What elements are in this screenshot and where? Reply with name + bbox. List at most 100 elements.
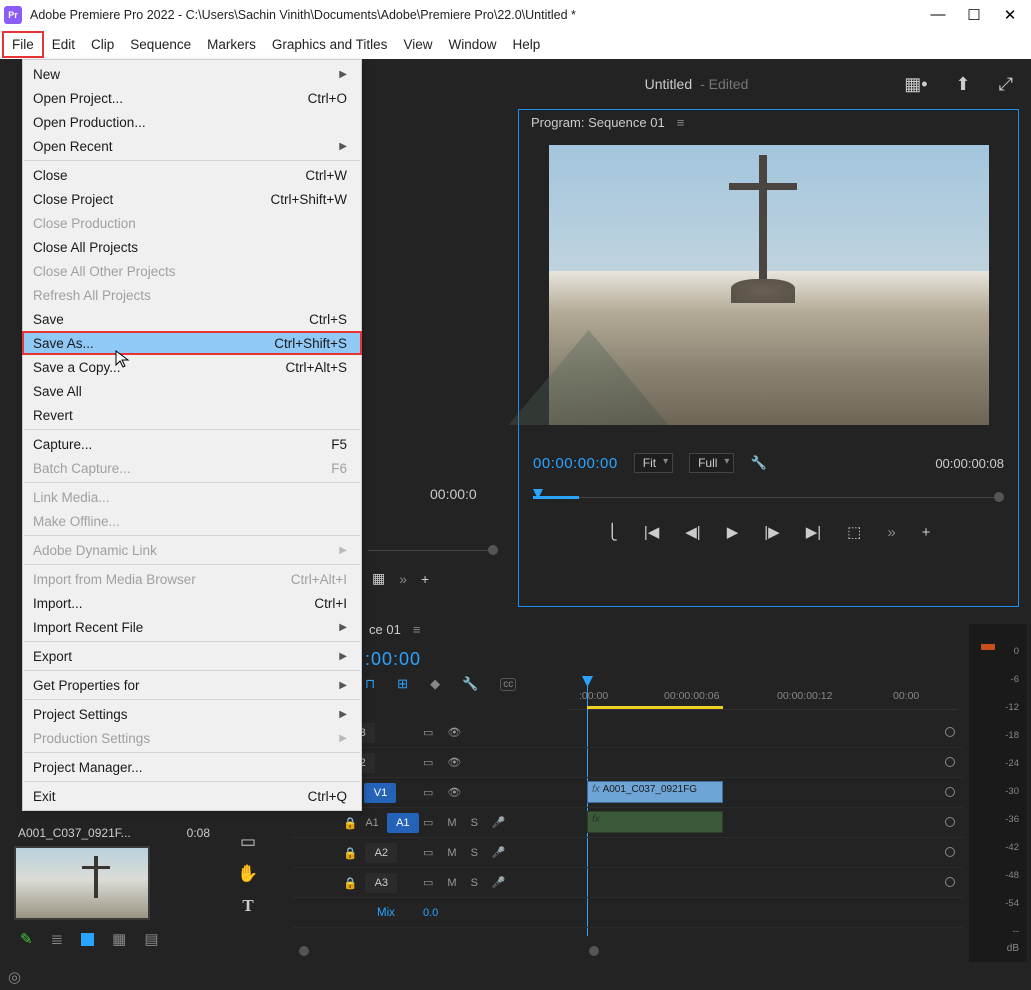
selection-tool-icon[interactable]: ▭: [240, 832, 256, 852]
menu-item-project-manager[interactable]: Project Manager...: [23, 755, 361, 779]
icon-view-icon[interactable]: [81, 933, 94, 946]
menu-item-export[interactable]: Export▶: [23, 644, 361, 668]
mic-icon[interactable]: 🎤: [492, 846, 506, 859]
cc-icon[interactable]: cc: [500, 678, 516, 691]
menu-item-project-settings[interactable]: Project Settings▶: [23, 702, 361, 726]
menu-item-save[interactable]: SaveCtrl+S: [23, 307, 361, 331]
track-label-a2[interactable]: A2: [365, 843, 397, 863]
menu-item-save-all[interactable]: Save All: [23, 379, 361, 403]
lock-icon[interactable]: 🔒: [343, 876, 357, 890]
menu-item-save-as[interactable]: Save As...Ctrl+Shift+S: [22, 331, 362, 355]
menu-item-get-properties-for[interactable]: Get Properties for▶: [23, 673, 361, 697]
video-clip[interactable]: fx A001_C037_0921FG: [587, 781, 723, 803]
eye-icon[interactable]: 👁: [447, 756, 461, 769]
go-to-in-button[interactable]: |◀: [644, 523, 659, 541]
fullscreen-icon[interactable]: ⤢: [999, 74, 1013, 95]
play-button[interactable]: ▶: [727, 523, 739, 541]
menu-view[interactable]: View: [395, 33, 440, 56]
timeline-ruler[interactable]: :00:00 00:00:00:06 00:00:00:12 00:00: [569, 676, 957, 710]
menu-item-close[interactable]: CloseCtrl+W: [23, 163, 361, 187]
type-tool-icon[interactable]: T: [242, 896, 253, 916]
mic-icon[interactable]: 🎤: [492, 816, 506, 829]
zoom-fit-select[interactable]: Fit: [634, 453, 673, 473]
eye-icon[interactable]: 👁: [447, 786, 461, 799]
maximize-button[interactable]: ☐: [967, 8, 981, 22]
resolution-select[interactable]: Full: [689, 453, 734, 473]
workspace-bar: Untitled - Edited ▦• ⬆ ⤢: [362, 59, 1031, 109]
menu-item-close-all-projects[interactable]: Close All Projects: [23, 235, 361, 259]
src-insert-icon[interactable]: ▦: [372, 570, 385, 587]
menu-item-import[interactable]: Import...Ctrl+I: [23, 591, 361, 615]
menu-item-import-recent-file[interactable]: Import Recent File▶: [23, 615, 361, 639]
clip-name-label[interactable]: A001_C037_0921F...: [18, 826, 131, 840]
src-overlay-icon[interactable]: »: [399, 571, 407, 587]
zoom-scroll-handle-right[interactable]: [589, 946, 599, 956]
toggle-output-icon[interactable]: ▭: [423, 756, 433, 769]
menu-item-save-a-copy[interactable]: Save a Copy...Ctrl+Alt+S: [23, 355, 361, 379]
mic-icon[interactable]: 🎤: [492, 876, 506, 889]
track-label-a3[interactable]: A3: [365, 873, 397, 893]
audio-clip[interactable]: fx: [587, 811, 723, 833]
menu-edit[interactable]: Edit: [44, 33, 83, 56]
go-to-out-button[interactable]: ▶|: [806, 523, 821, 541]
minimize-button[interactable]: —: [931, 8, 945, 22]
menu-file[interactable]: File: [2, 31, 44, 58]
settings-icon[interactable]: 🔧: [750, 455, 766, 471]
menu-markers[interactable]: Markers: [199, 33, 264, 56]
menu-item-close-project[interactable]: Close ProjectCtrl+Shift+W: [23, 187, 361, 211]
menu-graphics[interactable]: Graphics and Titles: [264, 33, 396, 56]
eye-icon[interactable]: 👁: [447, 726, 461, 739]
menu-item-revert[interactable]: Revert: [23, 403, 361, 427]
project-panel-area: A001_C037_0921F... 0:08 ✎ ≣ ▦ ▤: [14, 826, 214, 958]
hand-tool-icon[interactable]: ✋: [237, 864, 258, 884]
lock-icon[interactable]: 🔒: [343, 816, 357, 830]
panel-menu-icon[interactable]: ≡: [413, 622, 421, 637]
program-scrubber[interactable]: [533, 487, 1004, 507]
quick-export-icon[interactable]: ▦•: [904, 74, 927, 95]
clip-duration: 0:08: [187, 826, 210, 840]
marker-icon[interactable]: ◆: [430, 676, 440, 692]
lift-button[interactable]: ⬚: [847, 523, 861, 541]
toggle-output-icon[interactable]: ▭: [423, 876, 433, 889]
track-label-v1[interactable]: V1: [364, 783, 396, 803]
panel-menu-icon[interactable]: ≡: [677, 115, 685, 130]
toggle-output-icon[interactable]: ▭: [423, 726, 433, 739]
toggle-output-icon[interactable]: ▭: [423, 786, 433, 799]
menu-sequence[interactable]: Sequence: [122, 33, 199, 56]
toggle-output-icon[interactable]: ▭: [423, 846, 433, 859]
new-item-icon[interactable]: ✎: [20, 930, 33, 948]
zoom-scroll-handle-left[interactable]: [299, 946, 309, 956]
wrench-icon[interactable]: 🔧: [462, 676, 478, 692]
menu-item-open-production[interactable]: Open Production...: [23, 110, 361, 134]
snap-icon[interactable]: ⊓: [365, 676, 375, 692]
extract-button[interactable]: »: [887, 524, 895, 541]
step-back-button[interactable]: ◀|: [685, 523, 700, 541]
add-button[interactable]: +: [922, 524, 931, 541]
sort-icon[interactable]: ▤: [144, 930, 158, 948]
toggle-output-icon[interactable]: ▭: [423, 816, 433, 829]
menu-clip[interactable]: Clip: [83, 33, 122, 56]
share-icon[interactable]: ⬆: [956, 74, 971, 95]
lock-icon[interactable]: 🔒: [343, 846, 357, 860]
menu-item-new[interactable]: New▶: [23, 62, 361, 86]
mark-in-button[interactable]: ⎩: [607, 523, 618, 541]
work-area-bar[interactable]: [587, 706, 723, 709]
timeline-timecode[interactable]: :00:00: [293, 641, 963, 674]
mix-value[interactable]: 0.0: [423, 907, 438, 919]
menu-item-exit[interactable]: ExitCtrl+Q: [23, 784, 361, 808]
freeform-view-icon[interactable]: ▦: [112, 930, 126, 948]
src-add-icon[interactable]: +: [421, 571, 429, 587]
step-fwd-button[interactable]: |▶: [764, 523, 779, 541]
clip-thumbnail[interactable]: [14, 846, 150, 920]
menu-help[interactable]: Help: [504, 33, 548, 56]
source-scrubber[interactable]: [368, 540, 498, 560]
menu-item-open-project[interactable]: Open Project...Ctrl+O: [23, 86, 361, 110]
menu-item-capture[interactable]: Capture...F5: [23, 432, 361, 456]
menu-window[interactable]: Window: [440, 33, 504, 56]
list-view-icon[interactable]: ≣: [51, 930, 64, 948]
close-button[interactable]: ✕: [1003, 8, 1017, 22]
menu-item-open-recent[interactable]: Open Recent▶: [23, 134, 361, 158]
linked-selection-icon[interactable]: ⊞: [397, 676, 408, 692]
program-in-timecode[interactable]: 00:00:00:00: [533, 455, 618, 472]
track-label-a1[interactable]: A1: [387, 813, 419, 833]
